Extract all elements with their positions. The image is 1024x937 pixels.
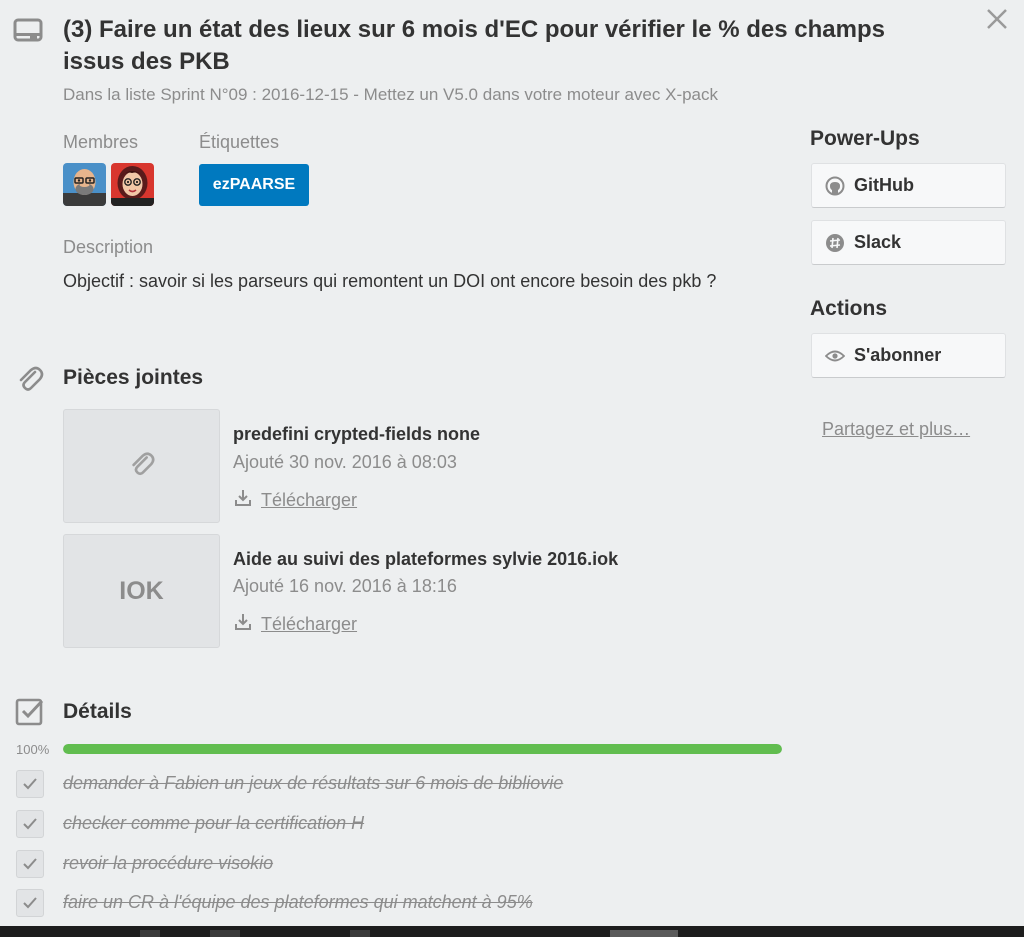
actions-heading: Actions bbox=[810, 297, 888, 320]
share-more-link[interactable]: Partagez et plus… bbox=[822, 419, 970, 440]
checklist-icon bbox=[15, 697, 45, 727]
attachment-thumbnail[interactable] bbox=[63, 409, 220, 523]
checkbox[interactable] bbox=[16, 810, 44, 838]
checklist-item[interactable]: demander à Fabien un jeux de résultats s… bbox=[16, 770, 776, 798]
members-label: Membres bbox=[63, 132, 139, 152]
github-powerup-button[interactable]: GitHub bbox=[811, 163, 1006, 208]
label-chip-ezpaarse[interactable]: ezPAARSE bbox=[199, 164, 309, 206]
checklist-item-text[interactable]: checker comme pour la certification H bbox=[63, 813, 364, 834]
download-icon bbox=[233, 612, 253, 637]
attachment-date: Ajouté 16 nov. 2016 à 18:16 bbox=[233, 576, 457, 596]
download-link[interactable]: Télécharger bbox=[233, 488, 357, 513]
checkmark-icon bbox=[23, 897, 37, 909]
member-avatar-woman[interactable] bbox=[111, 163, 154, 206]
checklist-heading[interactable]: Détails bbox=[63, 700, 132, 724]
eye-icon bbox=[825, 346, 845, 366]
checklist-item-text[interactable]: faire un CR à l'équipe des plateformes q… bbox=[63, 892, 533, 913]
close-icon[interactable] bbox=[984, 6, 1010, 32]
taskbar-segment bbox=[210, 930, 240, 937]
bottom-taskbar bbox=[0, 926, 1024, 937]
card-title[interactable]: (3) Faire un état des lieux sur 6 mois d… bbox=[63, 14, 923, 78]
card-icon bbox=[13, 17, 43, 45]
github-icon bbox=[825, 176, 845, 196]
checkmark-icon bbox=[23, 858, 37, 870]
attachment-thumbnail[interactable]: IOK bbox=[63, 534, 220, 648]
attachment-date: Ajouté 30 nov. 2016 à 08:03 bbox=[233, 452, 457, 472]
labels-label: Étiquettes bbox=[199, 132, 280, 152]
checkbox[interactable] bbox=[16, 850, 44, 878]
paperclip-icon bbox=[15, 364, 45, 394]
download-label[interactable]: Télécharger bbox=[261, 490, 357, 511]
github-label: GitHub bbox=[854, 175, 914, 195]
checklist-item[interactable]: faire un CR à l'équipe des plateformes q… bbox=[16, 889, 776, 917]
description-label: Description bbox=[63, 237, 154, 257]
checkbox[interactable] bbox=[16, 770, 44, 798]
card-detail-window: (3) Faire un état des lieux sur 6 mois d… bbox=[0, 0, 1024, 926]
list-info: Dans la liste Sprint N°09 : 2016-12-15 -… bbox=[63, 85, 719, 104]
powerups-heading: Power-Ups bbox=[810, 127, 920, 150]
subscribe-button[interactable]: S'abonner bbox=[811, 333, 1006, 378]
slack-powerup-button[interactable]: Slack bbox=[811, 220, 1006, 265]
checklist-item-text[interactable]: revoir la procédure visokio bbox=[63, 853, 273, 874]
checklist-item-text[interactable]: demander à Fabien un jeux de résultats s… bbox=[63, 773, 563, 794]
checklist-progress-bar bbox=[63, 744, 782, 754]
download-label[interactable]: Télécharger bbox=[261, 614, 357, 635]
attachment-name[interactable]: Aide au suivi des plateformes sylvie 201… bbox=[233, 549, 618, 570]
checkbox[interactable] bbox=[16, 889, 44, 917]
checklist-item[interactable]: checker comme pour la certification H bbox=[16, 810, 776, 838]
checklist-item[interactable]: revoir la procédure visokio bbox=[16, 850, 776, 878]
checklist-progress-fill bbox=[63, 744, 782, 754]
taskbar-segment bbox=[610, 930, 678, 937]
checkmark-icon bbox=[23, 818, 37, 830]
description-text[interactable]: Objectif : savoir si les parseurs qui re… bbox=[63, 268, 783, 294]
attachments-heading: Pièces jointes bbox=[63, 366, 204, 389]
slack-icon bbox=[825, 233, 845, 253]
download-icon bbox=[233, 488, 253, 513]
subscribe-label: S'abonner bbox=[854, 345, 942, 365]
paperclip-icon bbox=[128, 450, 156, 483]
attachment-name[interactable]: predefini crypted-fields none bbox=[233, 424, 480, 445]
slack-label: Slack bbox=[854, 232, 902, 252]
checkmark-icon bbox=[23, 778, 37, 790]
taskbar-segment bbox=[140, 930, 160, 937]
taskbar-segment bbox=[350, 930, 370, 937]
checklist-progress-percent: 100% bbox=[16, 742, 50, 757]
download-link[interactable]: Télécharger bbox=[233, 612, 357, 637]
member-avatar-bald-man[interactable] bbox=[63, 163, 106, 206]
